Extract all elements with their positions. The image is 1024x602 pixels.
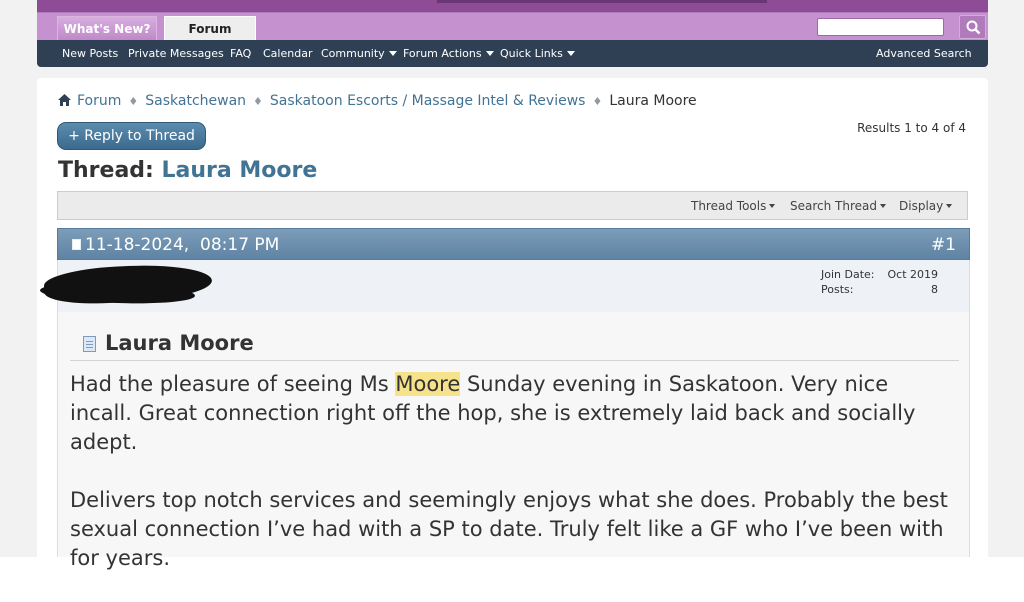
page-title: Thread: Laura Moore xyxy=(58,158,317,183)
caret-down-icon xyxy=(566,51,575,56)
display-label: Display xyxy=(899,199,944,213)
post-date-value: 11-18-2024, xyxy=(85,235,190,255)
tab-bar: What's New? Forum xyxy=(37,12,988,41)
post-time-value: 08:17 PM xyxy=(200,235,280,255)
page: What's New? Forum New Posts Private Mess… xyxy=(0,0,1024,570)
breadcrumb-separator-icon: ♦ xyxy=(128,95,139,108)
breadcrumb-forum[interactable]: Forum xyxy=(77,93,121,109)
nav-community[interactable]: Community xyxy=(321,40,397,67)
breadcrumb-saskatoon[interactable]: Saskatoon Escorts / Massage Intel & Revi… xyxy=(270,93,586,109)
search-input[interactable] xyxy=(817,18,944,36)
post-number-link[interactable]: #1 xyxy=(931,235,956,255)
post-paragraph-1: Had the pleasure of seeing Ms Moore Sund… xyxy=(70,370,950,457)
nav-faq[interactable]: FAQ xyxy=(230,40,251,67)
breadcrumb: Forum ♦ Saskatchewan ♦ Saskatoon Escorts / M… xyxy=(58,92,697,110)
search-highlight: Moore xyxy=(395,372,461,396)
nav-forum-actions[interactable]: Forum Actions xyxy=(403,40,494,67)
post-header: 11-18-2024, 08:17 PM #1 xyxy=(57,228,970,260)
post-text-segment: Had the pleasure of seeing Ms xyxy=(70,372,396,396)
thread-tools-bar: Thread Tools Search Thread Display xyxy=(57,191,968,220)
search-thread-menu[interactable]: Search Thread xyxy=(790,199,886,213)
display-menu[interactable]: Display xyxy=(899,199,953,213)
thread-tools-menu[interactable]: Thread Tools xyxy=(691,199,776,213)
nav-new-posts[interactable]: New Posts xyxy=(62,40,118,67)
join-date-value: Oct 2019 xyxy=(887,268,938,281)
results-count: Results 1 to 4 of 4 xyxy=(857,121,966,135)
nav-community-label: Community xyxy=(321,47,385,60)
post-title: Laura Moore xyxy=(105,331,254,355)
content-panel: Forum ♦ Saskatchewan ♦ Saskatoon Escorts / M… xyxy=(37,78,988,570)
post-divider xyxy=(70,360,959,361)
nav-quick-links[interactable]: Quick Links xyxy=(500,40,575,67)
nav-forum-actions-label: Forum Actions xyxy=(403,47,482,60)
banner-strip xyxy=(437,0,767,3)
nav-bar: New Posts Private Messages FAQ Calendar … xyxy=(37,40,988,67)
tab-whats-new[interactable]: What's New? xyxy=(57,16,157,41)
caret-down-icon xyxy=(880,204,886,208)
search-thread-label: Search Thread xyxy=(790,199,877,213)
nav-private-messages[interactable]: Private Messages xyxy=(128,40,224,67)
reply-to-thread-button[interactable]: + Reply to Thread xyxy=(57,122,206,150)
thread-title-prefix: Thread: xyxy=(58,158,154,183)
breadcrumb-saskatchewan[interactable]: Saskatchewan xyxy=(145,93,246,109)
nav-quick-links-label: Quick Links xyxy=(500,47,563,60)
post-body: Laura Moore Had the pleasure of seeing M… xyxy=(57,312,970,570)
breadcrumb-separator-icon: ♦ xyxy=(253,95,263,108)
search-icon xyxy=(966,20,981,35)
nav-advanced-search[interactable]: Advanced Search xyxy=(876,40,972,67)
post-date: 11-18-2024, 08:17 PM xyxy=(85,235,279,255)
caret-down-icon xyxy=(946,204,953,208)
join-date-label: Join Date: xyxy=(821,268,875,281)
tab-forum[interactable]: Forum xyxy=(164,16,256,41)
site-banner xyxy=(37,0,988,12)
document-icon xyxy=(83,336,96,352)
caret-down-icon xyxy=(388,51,397,56)
caret-down-icon xyxy=(769,204,776,208)
search-button[interactable] xyxy=(959,15,986,39)
post-message: Had the pleasure of seeing Ms Moore Sund… xyxy=(70,370,950,602)
breadcrumb-separator-icon: ♦ xyxy=(592,95,603,108)
posts-count-value: 8 xyxy=(931,283,938,296)
posts-count-label: Posts: xyxy=(821,283,854,296)
caret-down-icon xyxy=(485,51,494,56)
post-icon xyxy=(72,239,81,250)
home-icon[interactable] xyxy=(58,94,71,106)
nav-calendar[interactable]: Calendar xyxy=(263,40,312,67)
thread-title-name: Laura Moore xyxy=(161,158,318,183)
thread-tools-label: Thread Tools xyxy=(691,199,767,213)
post-paragraph-2: Delivers top notch services and seemingl… xyxy=(70,488,948,570)
breadcrumb-current: Laura Moore xyxy=(609,93,697,109)
